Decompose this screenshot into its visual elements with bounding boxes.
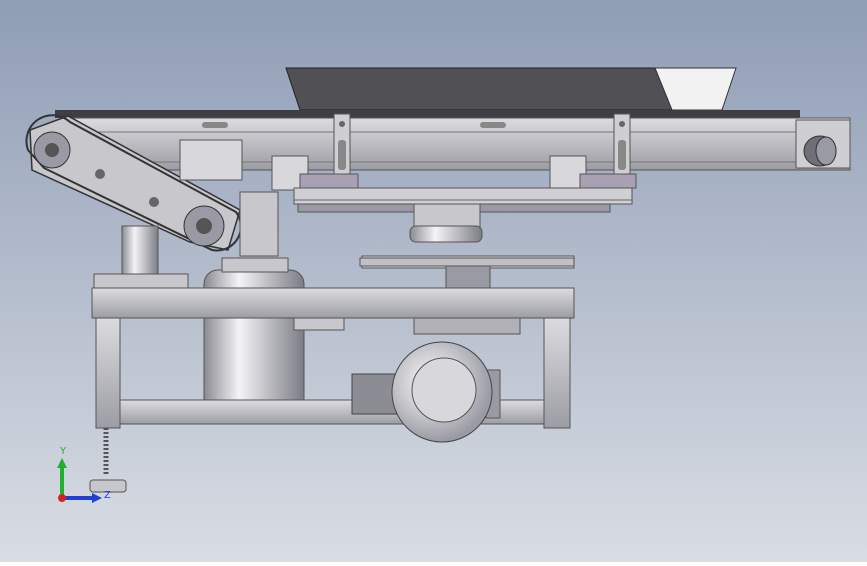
gearbox-plate bbox=[179, 139, 243, 181]
slot-right bbox=[480, 122, 506, 128]
table-leg-right bbox=[543, 317, 571, 429]
table-top-beam bbox=[91, 287, 575, 319]
hub-block bbox=[413, 203, 481, 229]
table-leg-left bbox=[95, 317, 121, 429]
left-pillar bbox=[121, 225, 159, 279]
guide-rail bbox=[293, 187, 633, 205]
conveyor-belt bbox=[55, 110, 800, 118]
assembly-drawing[interactable]: Y Z bbox=[0, 0, 867, 562]
axis-z-label: Z bbox=[104, 490, 111, 501]
slot-left bbox=[202, 122, 228, 128]
rotary-disc bbox=[359, 257, 575, 267]
cad-viewport[interactable]: Y Z bbox=[0, 0, 867, 562]
axis-y-label: Y bbox=[59, 446, 67, 457]
